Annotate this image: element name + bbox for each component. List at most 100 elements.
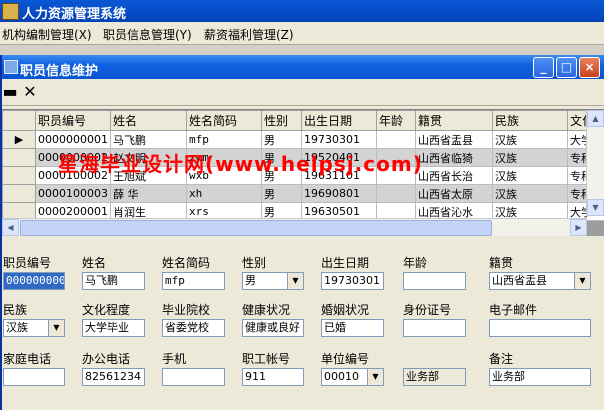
gender-label: 性别 [242, 256, 267, 270]
grid-cell[interactable]: 薛 华 [110, 184, 187, 203]
grid-cell[interactable]: 男 [261, 184, 302, 203]
origin-label: 籍贯 [489, 256, 514, 270]
chevron-down-icon[interactable]: ▼ [367, 369, 383, 385]
row-header[interactable] [2, 166, 36, 185]
name-field[interactable]: 马飞鹏 [82, 272, 145, 290]
scroll-thumb[interactable] [20, 220, 492, 236]
staff-window-title: 职员信息维护 [20, 64, 99, 79]
menu-org[interactable]: 机构编制管理(X) [2, 26, 92, 43]
office-phone-label: 办公电话 [82, 352, 131, 366]
name-label: 姓名 [82, 256, 107, 270]
watermark: 星海毕业设计网(www.helpsj.com) [58, 152, 423, 176]
grid-cell[interactable]: 山西省盂县 [415, 130, 493, 149]
app-title-bar: 人力资源管理系统 [0, 0, 604, 22]
mobile-label: 手机 [162, 352, 187, 366]
id-label: 身份证号 [403, 303, 452, 317]
column-header[interactable]: 年龄 [376, 110, 416, 131]
row-header[interactable] [2, 148, 36, 167]
id-field[interactable] [403, 319, 466, 337]
unit-no-label: 单位编号 [321, 352, 370, 366]
column-header[interactable]: 籍贯 [415, 110, 493, 131]
school-label: 毕业院校 [162, 303, 211, 317]
scroll-up-icon[interactable]: ▲ [587, 110, 604, 127]
grid-cell[interactable]: 汉族 [492, 184, 568, 203]
grid-cell[interactable]: 汉族 [492, 166, 568, 185]
code-field[interactable]: mfp [162, 272, 225, 290]
ethnic-label: 民族 [3, 303, 28, 317]
grid-cell[interactable]: 山西省太原 [415, 184, 493, 203]
chevron-down-icon[interactable]: ▼ [574, 273, 590, 289]
staff-window-title-bar: 职员信息维护 _ □ × [2, 55, 604, 79]
origin-select[interactable]: 山西省盂县 ▼ [489, 272, 591, 290]
work-no-field[interactable]: 911 [242, 368, 304, 386]
grid-cell[interactable] [376, 184, 416, 203]
grid-cell[interactable]: 山西省临猗 [415, 148, 493, 167]
emp-no-label: 职员编号 [3, 256, 52, 270]
current-row-marker: ▶ [2, 130, 36, 149]
chevron-down-icon[interactable]: ▼ [48, 320, 64, 336]
remark-field[interactable]: 业务部 [489, 368, 591, 386]
table-row[interactable]: 0000100003 薛 华 xh 男 19690801 山西省太原 汉族 专科 [2, 184, 604, 203]
home-phone-field[interactable] [3, 368, 65, 386]
email-label: 电子邮件 [489, 303, 538, 317]
mobile-field[interactable] [162, 368, 225, 386]
grid-cell[interactable] [376, 130, 416, 149]
scroll-right-icon[interactable]: ▶ [570, 219, 587, 236]
menu-bar: 机构编制管理(X) 职员信息管理(Y) 薪资福利管理(Z) [0, 22, 604, 45]
cancel-icon[interactable]: ✕ [20, 82, 40, 102]
mdi-area [0, 45, 604, 55]
grid-cell[interactable]: 0000000001 [35, 130, 111, 149]
column-header[interactable]: 民族 [492, 110, 568, 131]
age-label: 年龄 [403, 256, 428, 270]
email-field[interactable] [489, 319, 591, 337]
health-field[interactable]: 健康或良好 [242, 319, 304, 337]
age-field[interactable] [403, 272, 466, 290]
scroll-left-icon[interactable]: ◀ [2, 219, 19, 236]
grid-cell[interactable]: 汉族 [492, 148, 568, 167]
grid-cell[interactable]: 马飞鹏 [110, 130, 187, 149]
ethnic-select[interactable]: 汉族 ▼ [3, 319, 65, 337]
column-header[interactable]: 职员编号 [35, 110, 111, 131]
close-button[interactable]: × [579, 57, 600, 78]
maximize-button[interactable]: □ [556, 57, 577, 78]
remark-label: 备注 [489, 352, 514, 366]
grid-vertical-scrollbar[interactable]: ▲ ▼ [586, 110, 604, 216]
grid-cell[interactable]: 19690801 [301, 184, 377, 203]
marital-field[interactable]: 已婚 [321, 319, 384, 337]
menu-staff[interactable]: 职员信息管理(Y) [103, 26, 192, 43]
table-row[interactable]: ▶ 0000000001 马飞鹏 mfp 男 19730301 山西省盂县 汉族… [2, 130, 604, 149]
row-header[interactable] [2, 184, 36, 203]
birth-field[interactable]: 19730301 [321, 272, 384, 290]
office-phone-field[interactable]: 82561234 [82, 368, 145, 386]
edu-field[interactable]: 大学毕业 [82, 319, 145, 337]
grid-corner [2, 110, 36, 131]
grid-cell[interactable]: 19730301 [301, 130, 377, 149]
birth-label: 出生日期 [321, 256, 370, 270]
column-header[interactable]: 出生日期 [301, 110, 377, 131]
menu-salary[interactable]: 薪资福利管理(Z) [204, 26, 294, 43]
save-icon[interactable]: ▬ [0, 82, 20, 102]
school-field[interactable]: 省委党校 [162, 319, 225, 337]
unit-no-select[interactable]: 00010 ▼ [321, 368, 384, 386]
origin-value: 山西省盂县 [492, 274, 547, 287]
grid-horizontal-scrollbar[interactable]: ◀ ▶ [2, 218, 587, 236]
gender-value: 男 [245, 274, 256, 287]
app-title: 人力资源管理系统 [22, 7, 127, 22]
scroll-down-icon[interactable]: ▼ [587, 199, 604, 216]
minimize-button[interactable]: _ [533, 57, 554, 78]
emp-no-field[interactable]: 0000000001 [3, 272, 65, 290]
grid-cell[interactable]: 0000100003 [35, 184, 111, 203]
unit-name-field: 业务部 [403, 368, 466, 386]
column-header[interactable]: 姓名简码 [186, 110, 262, 131]
grid-cell[interactable]: xh [186, 184, 262, 203]
grid-cell[interactable]: 男 [261, 130, 302, 149]
grid-cell[interactable]: 山西省长治 [415, 166, 493, 185]
grid-cell[interactable]: mfp [186, 130, 262, 149]
edu-label: 文化程度 [82, 303, 131, 317]
chevron-down-icon[interactable]: ▼ [287, 273, 303, 289]
grid-cell[interactable]: 汉族 [492, 130, 568, 149]
column-header[interactable]: 姓名 [110, 110, 187, 131]
column-header[interactable]: 性别 [261, 110, 302, 131]
gender-select[interactable]: 男 ▼ [242, 272, 304, 290]
work-no-label: 职工帐号 [242, 352, 291, 366]
